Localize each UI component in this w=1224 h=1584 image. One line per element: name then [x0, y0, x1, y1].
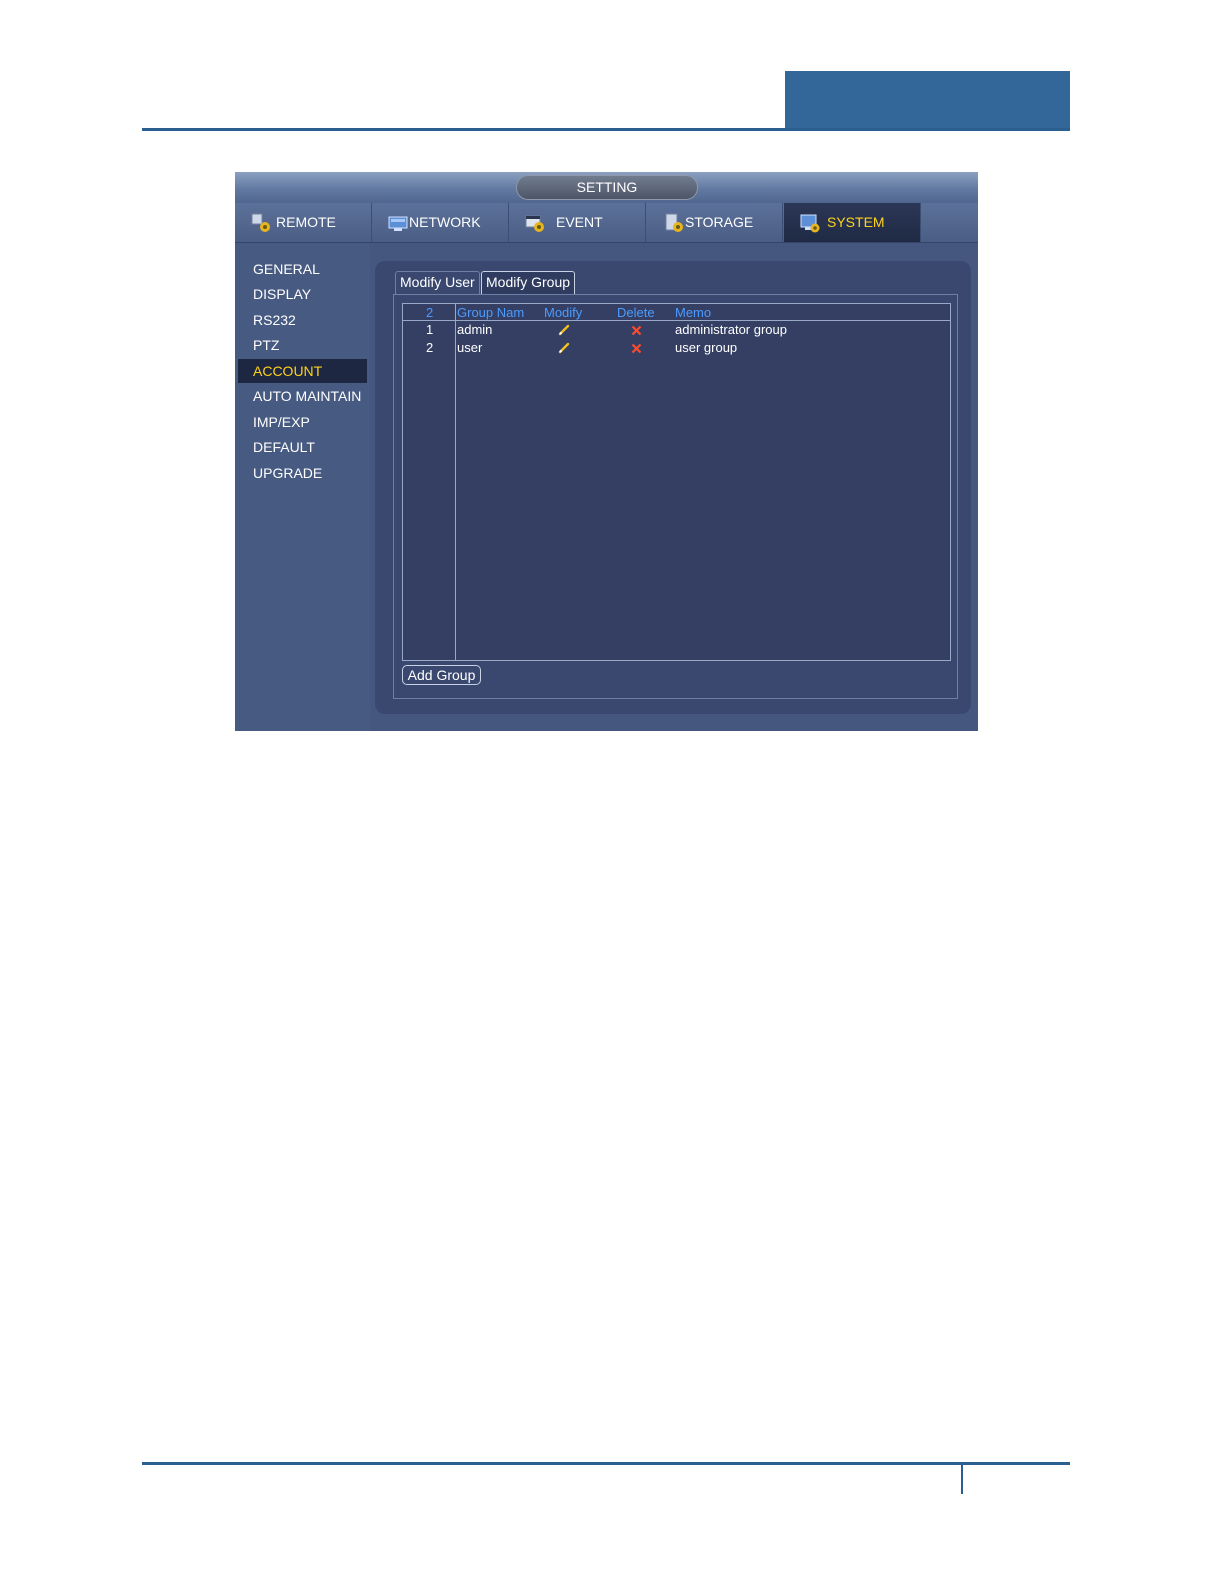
header-modify: Modify — [544, 305, 583, 320]
table-column-divider — [455, 304, 456, 660]
header-delete: Delete — [617, 305, 655, 320]
tab-modify-group[interactable]: Modify Group — [481, 271, 576, 294]
tab-storage-label: STORAGE — [685, 214, 754, 230]
account-panel: Modify User Modify Group 2 Group Nam Mod… — [375, 261, 971, 714]
sidebar-item-account[interactable]: ACCOUNT — [238, 359, 367, 383]
tab-remote[interactable]: REMOTE — [235, 203, 372, 242]
window-title: SETTING — [516, 175, 698, 200]
header-rule — [142, 128, 1070, 131]
top-tab-bar: REMOTE NETWORK EVENT STORAGE SYSTEM — [235, 203, 978, 243]
sidebar-item-rs232[interactable]: RS232 — [238, 308, 367, 332]
group-table: 2 Group Nam Modify Delete Memo 1 admin a… — [402, 303, 951, 661]
header-count: 2 — [426, 305, 434, 320]
delete-x-icon[interactable] — [631, 325, 642, 336]
tab-remote-label: REMOTE — [276, 214, 336, 230]
row-memo: administrator group — [675, 322, 787, 337]
tab-event[interactable]: EVENT — [509, 203, 646, 242]
title-bar: SETTING — [235, 172, 978, 204]
sidebar-item-ptz[interactable]: PTZ — [238, 333, 367, 357]
header-group-name[interactable]: Group Nam — [457, 304, 524, 321]
sidebar: GENERAL DISPLAY RS232 PTZ ACCOUNT AUTO M… — [235, 243, 370, 731]
row-index: 1 — [426, 322, 434, 337]
sidebar-item-upgrade[interactable]: UPGRADE — [238, 461, 367, 485]
edit-pencil-icon[interactable] — [558, 324, 570, 336]
tab-event-label: EVENT — [556, 214, 603, 230]
sidebar-item-default[interactable]: DEFAULT — [238, 435, 367, 459]
add-group-button[interactable]: Add Group — [402, 665, 481, 685]
tab-network[interactable]: NETWORK — [372, 203, 509, 242]
event-icon — [525, 215, 544, 232]
tab-system-label: SYSTEM — [827, 214, 885, 230]
row-group-name: user — [457, 340, 483, 355]
tab-network-label: NETWORK — [409, 214, 481, 230]
sidebar-item-imp-exp[interactable]: IMP/EXP — [238, 410, 367, 434]
tab-storage[interactable]: STORAGE — [646, 203, 783, 242]
footer-rule — [142, 1462, 1070, 1465]
sidebar-item-auto-maintain[interactable]: AUTO MAINTAIN — [238, 384, 367, 408]
sidebar-item-display[interactable]: DISPLAY — [238, 282, 367, 306]
tab-system[interactable]: SYSTEM — [784, 203, 921, 242]
setting-window: SETTING REMOTE NETWORK EVENT STORAGE SYS… — [235, 172, 978, 731]
row-index: 2 — [426, 340, 434, 355]
tab-modify-user[interactable]: Modify User — [395, 271, 480, 294]
delete-x-icon[interactable] — [631, 343, 642, 354]
system-icon — [800, 214, 820, 233]
storage-icon — [665, 213, 683, 232]
edit-pencil-icon[interactable] — [558, 342, 570, 354]
footer-page-divider — [961, 1464, 963, 1494]
header-color-block — [785, 71, 1070, 131]
remote-icon — [251, 213, 270, 232]
sidebar-item-general[interactable]: GENERAL — [238, 257, 367, 281]
row-group-name: admin — [457, 322, 493, 337]
row-memo: user group — [675, 340, 738, 355]
header-memo: Memo — [675, 305, 712, 320]
network-icon — [388, 216, 408, 231]
